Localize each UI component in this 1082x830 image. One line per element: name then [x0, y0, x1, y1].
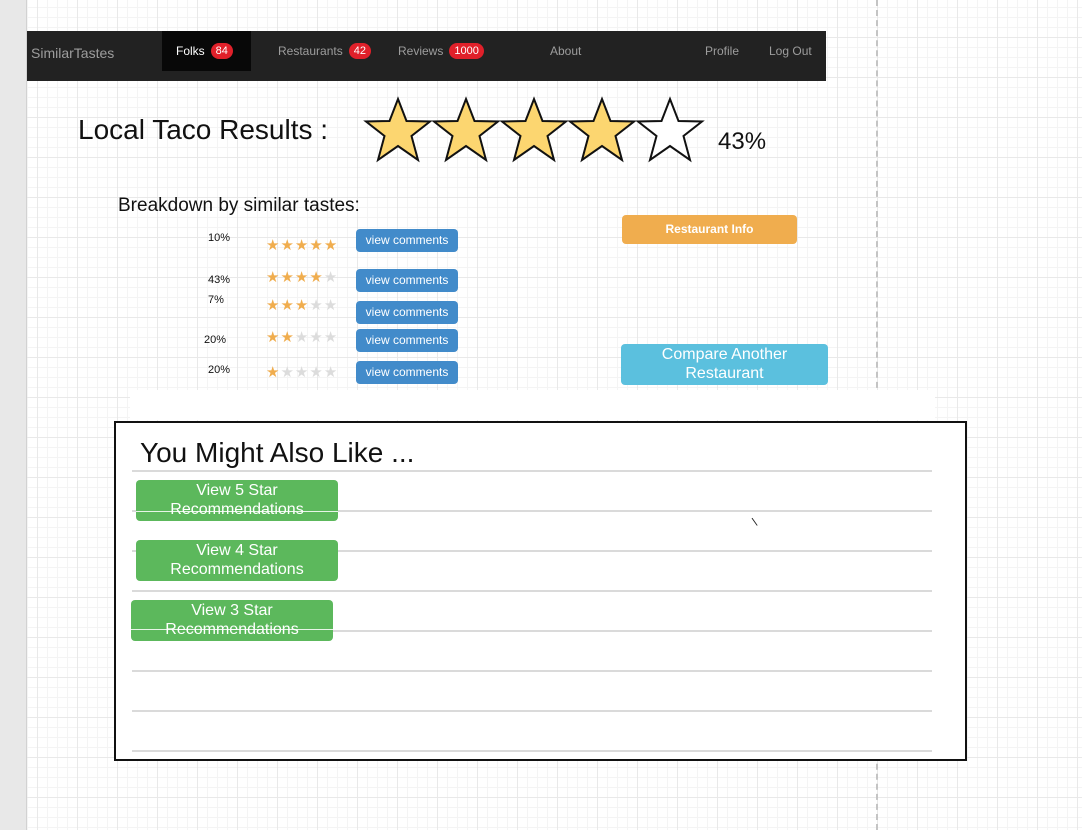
breakdown-star-rating: ★★★★★	[266, 268, 338, 286]
stray-mark: \	[750, 514, 759, 530]
breakdown-star-rating: ★★★★★	[266, 328, 338, 346]
folks-count-badge: 84	[210, 42, 233, 59]
view-5-star-recommendations-button[interactable]: View 5 Star Recommendations	[136, 480, 338, 521]
star-filled-icon: ★	[280, 269, 295, 286]
star-empty-icon: ★	[280, 364, 295, 381]
star-filled-icon: ★	[266, 269, 281, 286]
divider-line	[132, 590, 932, 592]
nav-item-label: Log Out	[769, 44, 812, 58]
nav-item-label: Reviews	[398, 44, 444, 58]
star-filled-icon: ★	[266, 297, 281, 314]
breakdown-star-rating: ★★★★★	[266, 296, 338, 314]
view-3-star-recommendations-button[interactable]: View 3 Star Recommendations	[131, 600, 333, 641]
view-comments-button[interactable]: view comments	[356, 329, 458, 352]
view-comments-button[interactable]: view comments	[356, 301, 458, 324]
star-filled-icon: ★	[294, 237, 310, 254]
section-divider	[130, 390, 935, 420]
nav-item-folks[interactable]: Folks 84	[162, 31, 251, 71]
nav-item-about[interactable]: About	[550, 31, 581, 71]
star-empty-icon: ★	[323, 297, 339, 314]
star-filled-icon: ★	[294, 297, 310, 314]
star-empty-icon: ★	[309, 329, 324, 346]
breakdown-percent: 7%	[208, 294, 224, 306]
view-comments-button[interactable]: view comments	[356, 229, 458, 252]
star-filled-icon: ★	[309, 237, 324, 254]
star-empty-icon: ★	[323, 269, 339, 286]
view-comments-button[interactable]: view comments	[356, 269, 458, 292]
breakdown-star-rating: ★★★★★	[266, 363, 338, 381]
star-empty-icon: ★	[323, 329, 339, 346]
reviews-count-badge: 1000	[449, 42, 484, 59]
nav-item-label: Folks	[176, 44, 205, 58]
breakdown-star-rating: ★★★★★	[266, 236, 338, 254]
button-label: View 3 Star Recommendations	[165, 602, 299, 638]
nav-item-restaurants[interactable]: Restaurants 42	[278, 31, 371, 71]
compare-restaurant-label: Compare Another Restaurant	[661, 346, 788, 382]
star-filled-icon: ★	[266, 237, 281, 254]
view-4-star-recommendations-button[interactable]: View 4 Star Recommendations	[136, 540, 338, 581]
star-empty-icon: ★	[309, 364, 324, 381]
nav-item-reviews[interactable]: Reviews 1000	[398, 31, 484, 71]
restaurants-count-badge: 42	[348, 42, 371, 59]
star-empty-icon	[635, 96, 705, 163]
star-filled-icon: ★	[323, 237, 339, 254]
nav-item-profile[interactable]: Profile	[705, 31, 739, 71]
divider-line	[132, 670, 932, 672]
divider-line	[132, 710, 932, 712]
recommendations-panel: You Might Also Like ... View 5 Star Reco…	[114, 421, 967, 761]
star-filled-icon: ★	[280, 297, 295, 314]
strike-line	[136, 511, 338, 512]
brand-logo[interactable]: SimilarTastes	[31, 45, 114, 61]
recommendations-title: You Might Also Like ...	[140, 437, 415, 468]
nav-item-logout[interactable]: Log Out	[769, 31, 812, 71]
star-empty-icon: ★	[294, 329, 310, 346]
star-filled-icon	[431, 96, 501, 163]
view-comments-button[interactable]: view comments	[356, 361, 458, 384]
star-filled-icon: ★	[280, 329, 295, 346]
results-title: Local Taco Results :	[78, 114, 329, 145]
restaurant-info-button[interactable]: Restaurant Info	[622, 215, 797, 244]
breakdown-percent: 43%	[208, 274, 231, 286]
overall-score: 43%	[718, 128, 767, 155]
star-filled-icon: ★	[266, 329, 281, 346]
nav-item-label: Restaurants	[278, 44, 343, 58]
compare-restaurant-button[interactable]: Compare Another Restaurant	[621, 344, 828, 385]
navbar: SimilarTastes Folks 84 Restaurants 42 Revi…	[27, 31, 826, 81]
strike-line	[131, 629, 333, 630]
breakdown-percent: 10%	[208, 232, 231, 244]
breakdown-percent: 20%	[208, 364, 231, 376]
canvas-left-rail	[0, 0, 27, 830]
button-label: View 5 Star Recommendations	[170, 482, 304, 518]
divider-line	[132, 750, 932, 752]
nav-item-label: About	[550, 44, 582, 58]
star-filled-icon	[363, 96, 433, 163]
star-filled-icon: ★	[309, 269, 324, 286]
star-empty-icon: ★	[323, 364, 339, 381]
star-empty-icon: ★	[309, 297, 324, 314]
breakdown-percent: 20%	[204, 334, 227, 346]
star-filled-icon	[567, 96, 637, 163]
star-filled-icon: ★	[294, 269, 310, 286]
button-label: View 4 Star Recommendations	[170, 542, 304, 578]
star-filled-icon: ★	[266, 364, 281, 381]
star-filled-icon: ★	[280, 237, 295, 254]
star-empty-icon: ★	[294, 364, 310, 381]
breakdown-title: Breakdown by similar tastes:	[118, 195, 360, 216]
divider-line	[132, 470, 932, 472]
star-filled-icon	[499, 96, 569, 163]
nav-item-label: Profile	[705, 44, 740, 58]
